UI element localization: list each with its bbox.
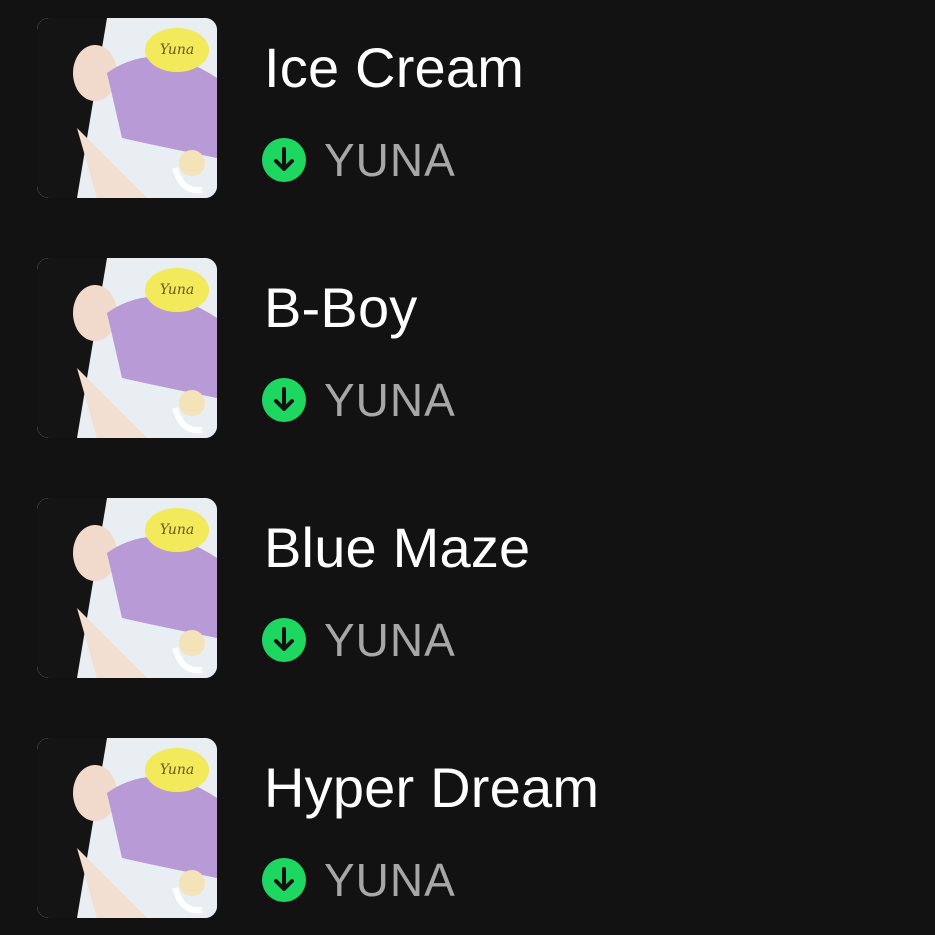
download-complete-icon: [262, 618, 306, 662]
album-art: Yuna: [37, 258, 217, 438]
svg-text:Yuna: Yuna: [160, 522, 194, 538]
svg-text:Yuna: Yuna: [160, 42, 194, 58]
track-meta: YUNA: [262, 614, 456, 666]
svg-text:Yuna: Yuna: [160, 282, 194, 298]
download-complete-icon: [262, 378, 306, 422]
track-artist: YUNA: [324, 614, 456, 666]
track-row[interactable]: Yuna B-Boy YUNA: [0, 258, 935, 498]
album-art: Yuna: [37, 498, 217, 678]
track-title: Ice Cream: [264, 36, 525, 99]
track-artist: YUNA: [324, 854, 456, 906]
album-art: Yuna: [37, 738, 217, 918]
track-title: Hyper Dream: [264, 756, 600, 819]
track-list: Yuna Ice Cream YUNA Yuna B-Boy YUNA Yuna…: [0, 0, 935, 935]
track-artist: YUNA: [324, 134, 456, 186]
track-row[interactable]: Yuna Blue Maze YUNA: [0, 498, 935, 738]
track-row[interactable]: Yuna Hyper Dream YUNA: [0, 738, 935, 935]
track-title: Blue Maze: [264, 516, 531, 579]
track-title: B-Boy: [264, 276, 418, 339]
album-art: Yuna: [37, 18, 217, 198]
download-complete-icon: [262, 858, 306, 902]
track-meta: YUNA: [262, 854, 456, 906]
track-meta: YUNA: [262, 374, 456, 426]
track-meta: YUNA: [262, 134, 456, 186]
track-artist: YUNA: [324, 374, 456, 426]
svg-text:Yuna: Yuna: [160, 762, 194, 778]
download-complete-icon: [262, 138, 306, 182]
track-row[interactable]: Yuna Ice Cream YUNA: [0, 18, 935, 258]
